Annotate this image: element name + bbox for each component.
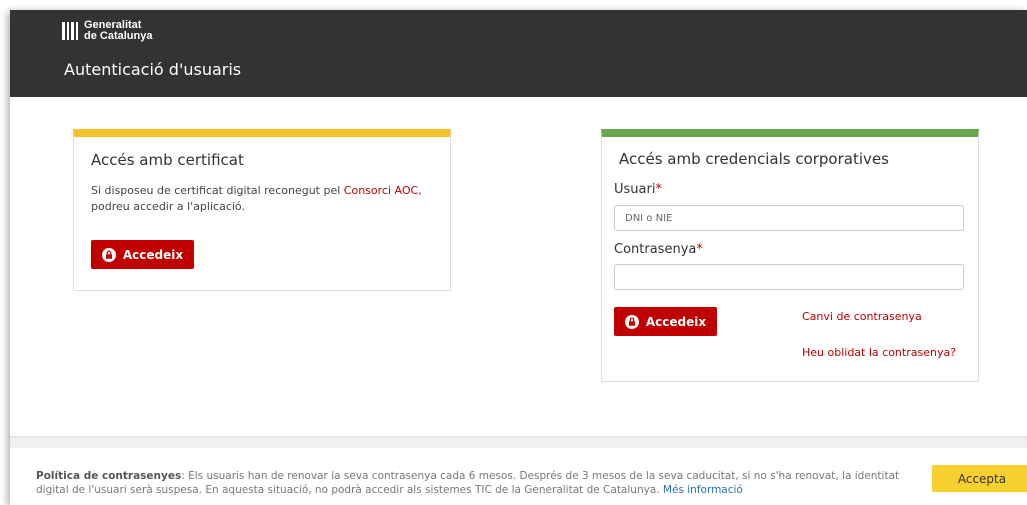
generalitat-logo[interactable]: Generalitat de Catalunya <box>62 20 152 42</box>
change-password-link[interactable]: Canvi de contrasenya <box>802 310 922 323</box>
policy-line2: digital de l'usuari serà suspesa. En aqu… <box>36 484 663 496</box>
credentials-card: Accés amb credencials corporatives Usuar… <box>601 129 979 382</box>
brand-line-2: de Catalunya <box>84 30 153 42</box>
policy-text: Política de contrasenyes: Els usuaris ha… <box>36 469 926 497</box>
password-input[interactable] <box>614 264 964 290</box>
header-bar: Generalitat de Catalunya Autenticació d'… <box>10 10 1027 97</box>
consorci-aoc-link[interactable]: Consorci AOC <box>344 184 418 197</box>
policy-title: Política de contrasenyes <box>36 470 182 482</box>
policy-line1: : Els usuaris han de renovar la seva con… <box>181 470 900 482</box>
more-info-link[interactable]: Més informació <box>663 484 743 496</box>
password-policy-bar: Política de contrasenyes: Els usuaris ha… <box>10 448 1027 505</box>
accept-button[interactable]: Accepta <box>932 465 1027 492</box>
generalitat-logo-icon <box>62 22 78 40</box>
certificate-card-title: Accés amb certificat <box>91 151 244 169</box>
user-required-mark: * <box>655 182 662 197</box>
certificate-desc-line2: podreu accedir a l'aplicació. <box>91 200 245 213</box>
certificate-access-label: Accedeix <box>122 247 184 262</box>
lock-icon <box>624 314 639 329</box>
footer-divider <box>10 436 1027 448</box>
certificate-card: Accés amb certificat Si disposeu de cert… <box>73 129 451 291</box>
credentials-access-button[interactable]: Accedeix <box>614 307 717 336</box>
certificate-description: Si disposeu de certificat digital recone… <box>91 183 441 215</box>
user-label: Usuari* <box>614 182 662 197</box>
user-label-text: Usuari <box>614 182 656 197</box>
lock-icon <box>101 247 116 262</box>
credentials-access-label: Accedeix <box>645 314 707 329</box>
password-label-text: Contrasenya <box>614 242 697 257</box>
user-input[interactable] <box>614 205 964 231</box>
forgot-password-link[interactable]: Heu oblidat la contrasenya? <box>802 346 956 359</box>
password-required-mark: * <box>696 242 703 257</box>
password-label: Contrasenya* <box>614 242 703 257</box>
brand-text: Generalitat de Catalunya <box>84 20 152 42</box>
credentials-card-title: Accés amb credencials corporatives <box>619 150 889 168</box>
certificate-desc-comma: , <box>418 184 422 197</box>
certificate-access-button[interactable]: Accedeix <box>91 240 194 269</box>
page-title: Autenticació d'usuaris <box>64 60 242 79</box>
certificate-desc-text: Si disposeu de certificat digital recone… <box>91 184 344 197</box>
browser-page: Generalitat de Catalunya Autenticació d'… <box>10 10 1027 505</box>
